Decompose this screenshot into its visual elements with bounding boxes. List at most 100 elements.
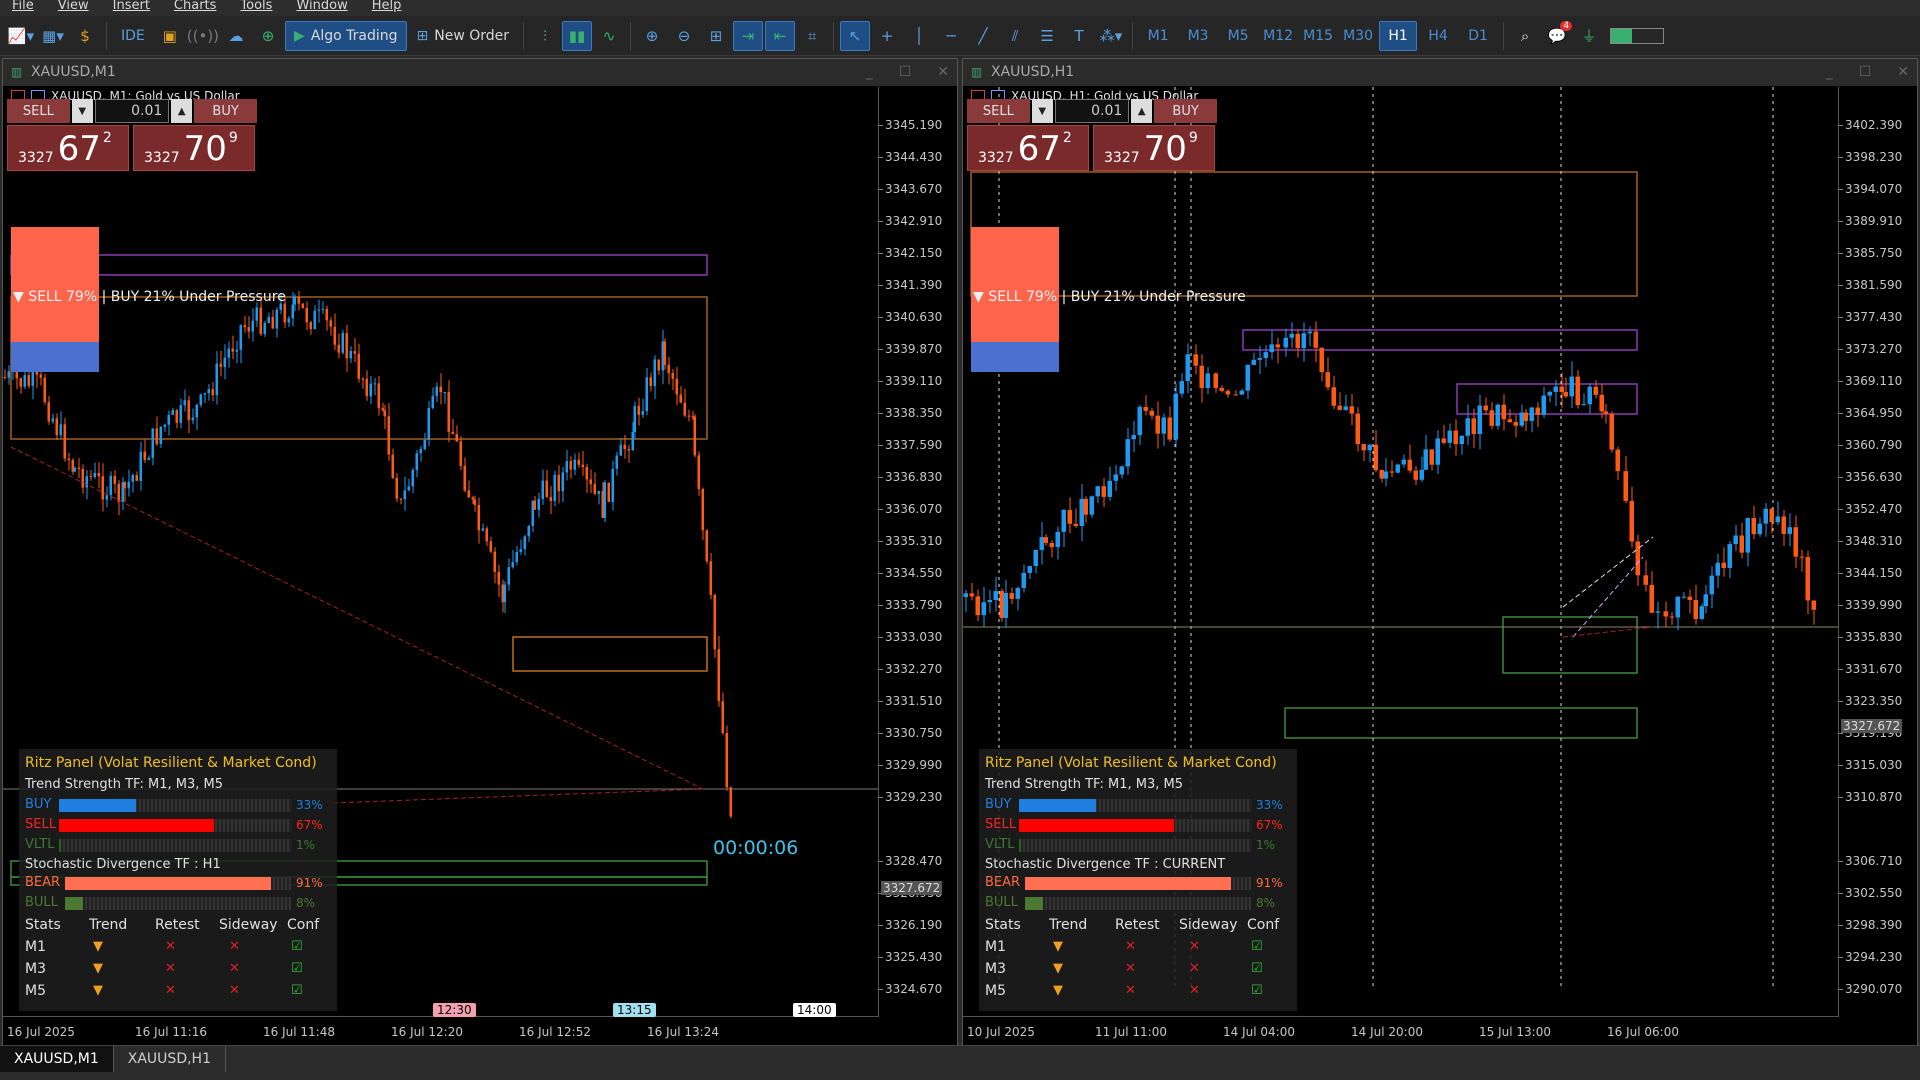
trendline-icon[interactable]: ╱ (968, 21, 998, 51)
new-order-button[interactable]: ⊞ New Order (409, 21, 518, 51)
buy-price-box[interactable]: 3327 70 9 (133, 125, 255, 171)
candle (1781, 516, 1786, 534)
timeframe-d1[interactable]: D1 (1459, 21, 1497, 51)
ide-button[interactable]: IDE (113, 21, 153, 51)
cursor-icon[interactable]: ↖ (840, 20, 871, 51)
price-axis[interactable]: 3345.190 3344.430 3343.670 3342.910 3342.150… (878, 87, 957, 1017)
lot-up-icon[interactable]: ▲ (171, 99, 193, 123)
candles-icon[interactable]: ▮▮ (562, 20, 593, 51)
candle (631, 431, 634, 451)
candle (633, 405, 636, 432)
cross-icon: ✕ (1125, 939, 1136, 954)
zoom-out-icon[interactable]: ⊖ (669, 21, 699, 51)
menu-help[interactable]: Help (360, 0, 414, 16)
dollar-icon[interactable]: $ (70, 21, 100, 51)
chart-tab[interactable]: XAUUSD,M1 (0, 1046, 114, 1072)
autoscroll-icon[interactable]: ⇥ (733, 20, 764, 51)
candle (1699, 606, 1704, 619)
candle (1009, 593, 1014, 599)
time-axis[interactable]: 10 Jul 2025 11 Jul 11:00 14 Jul 04:00 14 Ju… (963, 1016, 1839, 1045)
search-icon[interactable]: ⌕ (1510, 21, 1540, 51)
sell-price-box[interactable]: 3327 67 2 (7, 125, 129, 171)
timeframe-m1[interactable]: M1 (1139, 21, 1177, 51)
chart-window-m1[interactable]: ▥ XAUUSD,M1 _ ☐ ✕ XAUUSD, M1: Gold vs US D… (2, 58, 958, 1046)
notification-badge: 4 (1560, 20, 1573, 31)
line-chart-icon[interactable]: ∿ (594, 21, 624, 51)
candle (1523, 412, 1528, 421)
price-tick: 3310.870 (1838, 790, 1903, 804)
shapes-icon[interactable]: ⁂▾ (1096, 21, 1126, 51)
lot-dropdown-icon[interactable]: ▼ (71, 99, 93, 123)
menu-window[interactable]: Window (284, 0, 359, 16)
bag-icon[interactable]: ▣ (155, 21, 185, 51)
ritz-title: Ritz Panel (Volat Resilient & Market Con… (25, 755, 317, 771)
indicators-icon[interactable]: ▦▾ (38, 21, 68, 51)
close-icon[interactable]: ✕ (1897, 59, 1909, 86)
trend-down-icon: ▼ (1053, 961, 1063, 976)
notifications-icon[interactable]: 💬 4 (1542, 20, 1573, 51)
candle (1635, 541, 1640, 576)
time-axis[interactable]: 16 Jul 2025 16 Jul 11:16 16 Jul 11:48 16 Ju… (3, 1003, 879, 1045)
timeframe-m12[interactable]: M12 (1259, 21, 1297, 51)
text-icon[interactable]: T (1064, 21, 1094, 51)
candle (399, 498, 402, 500)
cloud-icon[interactable]: ☁ (221, 21, 251, 51)
maximize-icon[interactable]: ☐ (1859, 59, 1872, 86)
timeframe-m15[interactable]: M15 (1299, 21, 1337, 51)
channel-icon[interactable]: ⫽ (1000, 21, 1030, 51)
vps-icon[interactable]: ⊕ (253, 21, 283, 51)
sell-button[interactable]: SELL (7, 99, 70, 123)
candle (381, 408, 384, 411)
chart-tab[interactable]: XAUUSD,H1 (114, 1046, 226, 1072)
timeframe-h1[interactable]: H1 (1379, 20, 1418, 51)
chart-type-icon[interactable]: 📈▾ (6, 21, 36, 51)
buy-price-box[interactable]: 3327 70 9 (1093, 125, 1215, 171)
menu-view[interactable]: View (46, 0, 101, 16)
timeframe-h4[interactable]: H4 (1419, 21, 1457, 51)
horizontal-line-icon[interactable]: ─ (936, 21, 966, 51)
price-tick: 3342.150 (878, 246, 943, 260)
buy-button[interactable]: BUY (1154, 99, 1217, 123)
ritz-pct-bull: 8% (1256, 896, 1276, 910)
fibonacci-icon[interactable]: ☰ (1032, 21, 1062, 51)
menu-insert[interactable]: Insert (101, 0, 162, 16)
candle (1373, 444, 1378, 471)
chart-shift-icon[interactable]: ⇤ (765, 20, 796, 51)
sell-button[interactable]: SELL (967, 99, 1030, 123)
candle (415, 453, 418, 470)
signal-icon[interactable]: ((•)) (187, 21, 219, 51)
minimize-icon[interactable]: _ (866, 59, 873, 86)
price-axis[interactable]: 3402.390 3398.230 3394.070 3389.910 3385.750… (1838, 87, 1917, 1017)
pressure-bar (971, 342, 1059, 372)
grid-icon[interactable]: ⊞ (701, 21, 731, 51)
candle (383, 410, 386, 417)
current-price-label: 3327.672 (1841, 719, 1903, 733)
menu-file[interactable]: File (0, 0, 46, 16)
ritz-bar-sell (1019, 819, 1175, 832)
window-title-bar: ▥ XAUUSD,M1 _ ☐ ✕ (3, 59, 957, 86)
algo-trading-button[interactable]: ▶ Algo Trading (285, 20, 407, 51)
timeframe-m5[interactable]: M5 (1219, 21, 1257, 51)
menu-charts[interactable]: Charts (162, 0, 229, 16)
lot-size-input[interactable]: 0.01 (1054, 99, 1130, 123)
crosshair-icon[interactable]: + (872, 21, 902, 51)
timeframe-m3[interactable]: M3 (1179, 21, 1217, 51)
candle (443, 392, 446, 394)
menu-tools[interactable]: Tools (228, 0, 284, 16)
vertical-line-icon[interactable]: │ (904, 21, 934, 51)
lot-size-input[interactable]: 0.01 (94, 99, 170, 123)
lot-dropdown-icon[interactable]: ▼ (1031, 99, 1053, 123)
zoom-in-icon[interactable]: ⊕ (637, 21, 667, 51)
maximize-icon[interactable]: ☐ (899, 59, 912, 86)
screenshot-icon[interactable]: ⌗ (797, 21, 827, 51)
timeframe-m30[interactable]: M30 (1339, 21, 1377, 51)
sell-price-box[interactable]: 3327 67 2 (967, 125, 1089, 171)
buy-button[interactable]: BUY (194, 99, 257, 123)
close-icon[interactable]: ✕ (937, 59, 949, 86)
candle (1205, 373, 1210, 388)
chart-window-h1[interactable]: ▥ XAUUSD,H1 _ ☐ ✕ XAUUSD, H1: Gold vs US D… (962, 58, 1918, 1046)
candle (191, 417, 194, 421)
minimize-icon[interactable]: _ (1826, 59, 1833, 86)
lot-up-icon[interactable]: ▲ (1131, 99, 1153, 123)
bar-chart-icon[interactable]: ⫶ (530, 21, 560, 51)
